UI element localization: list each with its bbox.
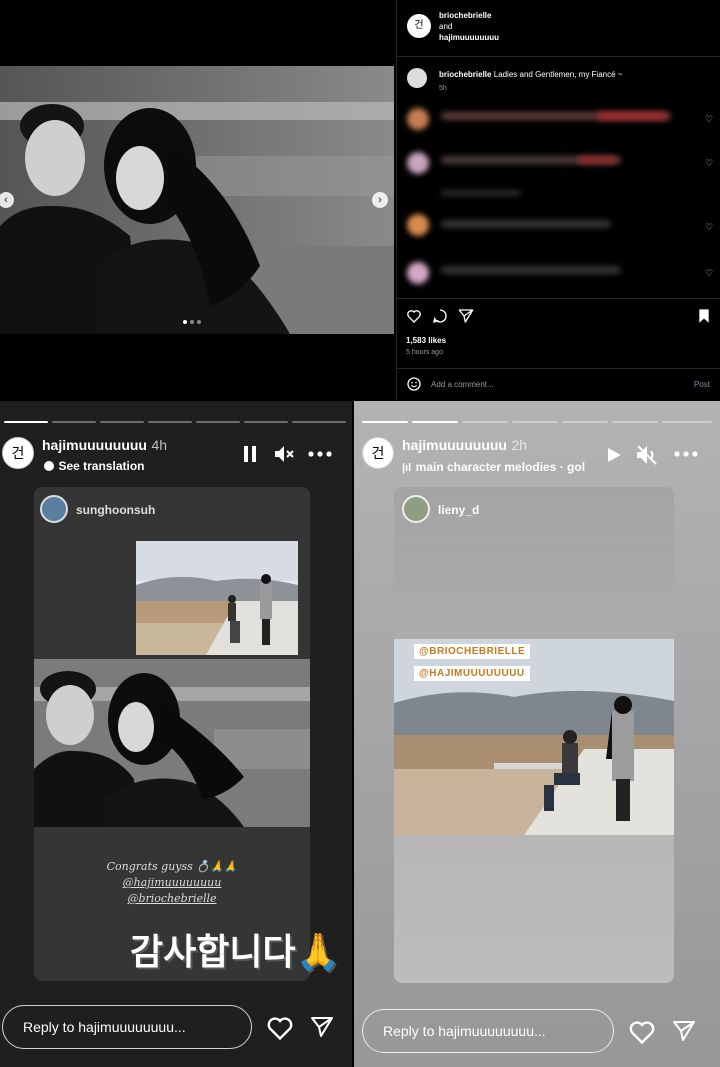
sticker-text: 감사합니다🙏 xyxy=(130,931,341,972)
blurred-comment xyxy=(597,112,667,120)
comment-like-icon[interactable]: ♡ xyxy=(705,268,713,279)
mention-tag[interactable]: @HAJIMUUUUUUUU xyxy=(414,666,530,681)
mute-icon[interactable] xyxy=(636,445,658,465)
story-right: 건 hajimuuuuuuuu 2h |ıl main character me… xyxy=(354,401,720,1067)
caption-author[interactable]: briochebrielle xyxy=(439,70,491,79)
pause-icon[interactable] xyxy=(243,445,257,463)
more-icon[interactable] xyxy=(308,451,332,457)
shared-story-card[interactable]: sunghoonsuh Congrats guyss 💍🙏🙏 @hajimuuu… xyxy=(34,487,310,981)
blurred-comment xyxy=(441,190,521,196)
send-icon[interactable] xyxy=(310,1015,334,1039)
blurred-comment xyxy=(441,220,611,228)
logo-text: 건 xyxy=(414,20,424,31)
music-bars-icon: |ıl xyxy=(402,462,412,474)
post-photo[interactable]: ‹ › xyxy=(0,66,394,334)
save-icon[interactable] xyxy=(697,308,711,324)
mention-link[interactable]: @briochebrielle xyxy=(34,891,310,907)
translate-icon xyxy=(44,460,54,471)
story-progress xyxy=(562,421,608,423)
avatar xyxy=(407,152,429,174)
post-sidebar: 건 briochebrielle and hajimuuuuuuuu brioc… xyxy=(396,0,720,400)
comment-icon[interactable] xyxy=(432,308,448,324)
carousel-dot xyxy=(183,320,187,324)
instagram-post: ‹ › 건 briochebrielle and hajimuuuuuuuu b… xyxy=(0,0,720,400)
story-progress xyxy=(292,421,346,423)
story-progress xyxy=(612,421,658,423)
heart-icon[interactable] xyxy=(266,1015,294,1041)
heart-icon[interactable] xyxy=(406,308,422,324)
next-photo-button[interactable]: › xyxy=(372,192,388,208)
blurred-comment xyxy=(441,266,621,274)
story-progress xyxy=(662,421,712,423)
avatar xyxy=(407,214,429,236)
avatar[interactable] xyxy=(407,68,427,88)
divider xyxy=(397,56,720,57)
reply-input[interactable]: Reply to hajimuuuuuuuu... xyxy=(362,1009,614,1053)
carousel-dot xyxy=(190,320,194,324)
post-date: 5 hours ago xyxy=(406,349,443,356)
couple-photo xyxy=(0,66,394,334)
and-text: and xyxy=(439,22,453,31)
play-icon[interactable] xyxy=(606,447,622,463)
comment-like-icon[interactable]: ♡ xyxy=(705,222,713,233)
music-title[interactable]: main character melodies · gol xyxy=(416,460,585,474)
story-time: 4h xyxy=(151,437,168,453)
divider xyxy=(397,298,720,299)
story-username[interactable]: hajimuuuuuuuu xyxy=(402,437,507,453)
caption-time: 5h xyxy=(439,85,447,92)
logo-text: 건 xyxy=(11,446,25,462)
post-coauthor[interactable]: hajimuuuuuuuu xyxy=(439,32,499,43)
shared-story-card[interactable]: lieny_d @BRIOCHEBRIELLE @HAJIMUUUUUUUU xyxy=(394,487,674,983)
story-progress xyxy=(196,421,240,423)
heart-icon[interactable] xyxy=(628,1019,656,1045)
story-progress xyxy=(462,421,508,423)
share-icon[interactable] xyxy=(458,308,474,324)
emoji-icon[interactable] xyxy=(406,376,422,392)
couple-photo xyxy=(34,659,310,827)
post-comment-button[interactable]: Post xyxy=(694,380,710,389)
see-translation[interactable]: See translation xyxy=(58,459,144,473)
avatar[interactable]: 건 xyxy=(407,14,431,38)
proposal-photo xyxy=(136,541,298,655)
story-progress xyxy=(512,421,558,423)
story-progress xyxy=(412,421,458,423)
logo-text: 건 xyxy=(371,446,385,462)
caption-text: Ladies and Gentlemen, my Fiancé ~ xyxy=(493,70,623,79)
divider xyxy=(397,368,720,369)
story-caption: Congrats guyss 💍🙏🙏 @hajimuuuuuuuu @brioc… xyxy=(34,859,310,907)
carousel-dot xyxy=(197,320,201,324)
avatar xyxy=(407,262,429,284)
reply-input[interactable]: Reply to hajimuuuuuuuu... xyxy=(2,1005,252,1049)
shared-from-username[interactable]: sunghoonsuh xyxy=(76,503,155,517)
shared-from-username[interactable]: lieny_d xyxy=(438,503,479,517)
avatar[interactable] xyxy=(40,495,68,523)
post-author[interactable]: briochebrielle xyxy=(439,10,499,21)
story-progress xyxy=(52,421,96,423)
mention-tag[interactable]: @BRIOCHEBRIELLE xyxy=(414,644,531,659)
more-icon[interactable] xyxy=(674,451,698,457)
mention-link[interactable]: @hajimuuuuuuuu xyxy=(34,875,310,891)
story-time: 2h xyxy=(511,437,528,453)
avatar[interactable]: 건 xyxy=(362,437,394,469)
story-progress xyxy=(4,421,48,423)
story-progress xyxy=(148,421,192,423)
mute-icon[interactable] xyxy=(274,445,294,463)
caption-line: Congrats guyss 💍🙏🙏 xyxy=(106,860,238,873)
comment-like-icon[interactable]: ♡ xyxy=(705,158,713,169)
avatar[interactable]: 건 xyxy=(2,437,34,469)
blurred-comment xyxy=(577,156,617,164)
story-username[interactable]: hajimuuuuuuuu xyxy=(42,437,147,453)
story-progress xyxy=(362,421,408,423)
like-count[interactable]: 1,583 likes xyxy=(406,336,446,345)
send-icon[interactable] xyxy=(672,1019,696,1043)
story-progress xyxy=(100,421,144,423)
story-progress xyxy=(244,421,288,423)
avatar xyxy=(407,108,429,130)
story-left: 건 hajimuuuuuuuu 4h See translation sungh… xyxy=(0,401,352,1067)
comment-like-icon[interactable]: ♡ xyxy=(705,114,713,125)
avatar[interactable] xyxy=(402,495,430,523)
comment-input[interactable]: Add a comment... xyxy=(431,380,494,389)
